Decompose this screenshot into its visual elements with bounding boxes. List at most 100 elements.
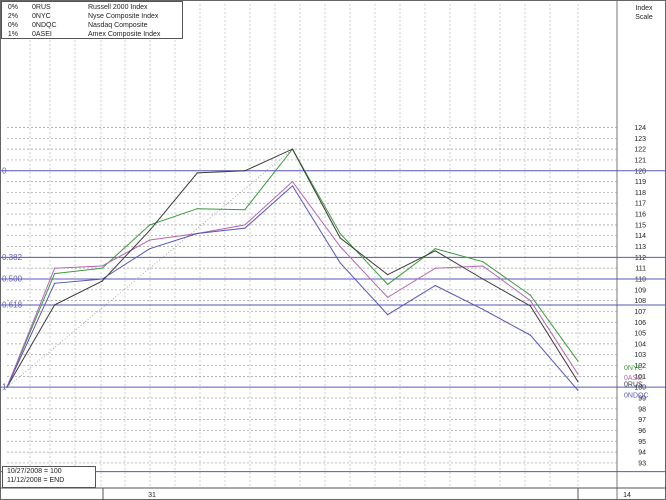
legend-symbol: 0ASEI (32, 31, 52, 38)
y-tick-label: 122 (634, 147, 646, 154)
y-tick-label: 110 (635, 276, 646, 283)
index-chart: 9394959697989910010110210310410510610710… (0, 0, 666, 500)
y-tick-label: 97 (638, 417, 646, 424)
data-point (101, 278, 103, 280)
data-point (149, 224, 151, 226)
data-point (577, 389, 579, 392)
legend-name: Nasdaq Composite (88, 22, 148, 29)
legend-symbol: 0NYC (32, 13, 51, 20)
data-point (149, 239, 151, 241)
legend-symbol: 0NDQC (32, 22, 57, 29)
scale-title-line: Scale (635, 14, 653, 21)
data-point (149, 229, 151, 231)
y-tick-label: 111 (635, 266, 646, 273)
y-tick-label: 107 (634, 309, 646, 316)
y-tick-label: 95 (638, 439, 646, 446)
data-point (387, 296, 389, 298)
scale-title: Index Scale (626, 4, 662, 22)
end-date-line: 11/12/2008 = END (7, 477, 65, 484)
data-point (339, 262, 341, 264)
y-tick-label: 105 (634, 331, 646, 338)
x-tick-label: 31 (148, 492, 156, 499)
legend-pct: 0% (7, 4, 18, 11)
base-date-line: 10/27/2008 = 100 (7, 468, 62, 475)
y-tick-label: 98 (638, 406, 646, 413)
data-point (101, 280, 103, 282)
data-point (577, 373, 579, 375)
data-point (6, 386, 8, 388)
data-point (387, 283, 389, 285)
data-point (434, 248, 436, 250)
data-point (149, 248, 151, 250)
data-point (196, 208, 198, 210)
y-tick-label: 93 (638, 460, 646, 467)
data-point (577, 381, 579, 383)
y-tick-label: 109 (634, 287, 646, 294)
y-tick-label: 94 (638, 450, 646, 457)
data-point (387, 274, 389, 276)
chart-frame (0, 0, 666, 500)
y-tick-label: 103 (634, 352, 646, 359)
fib-level-label: 0 (2, 166, 7, 175)
fib-level-label: 0.500 (2, 274, 23, 283)
legend-pct: 2% (7, 13, 18, 20)
fib-level-label: 0.382 (2, 253, 23, 262)
legend-name: Russell 2000 Index (88, 4, 148, 11)
y-tick-label: 118 (635, 190, 646, 197)
data-point (434, 267, 436, 269)
data-point (339, 232, 341, 235)
data-point (434, 250, 436, 252)
data-point (482, 308, 484, 310)
y-tick-label: 113 (635, 244, 646, 251)
data-point (196, 172, 198, 174)
data-point (291, 148, 294, 150)
y-tick-label: 106 (634, 320, 646, 327)
data-point (291, 181, 294, 183)
legend-pct: 1% (7, 31, 18, 38)
data-point (387, 314, 389, 316)
y-tick-label: 108 (634, 298, 646, 305)
x-tick-label: 14 (623, 492, 631, 499)
data-point (101, 267, 103, 269)
y-tick-label: 117 (635, 201, 646, 208)
y-tick-label: 116 (635, 212, 646, 219)
data-point (53, 272, 56, 275)
data-point (529, 334, 532, 336)
data-point (339, 245, 341, 248)
series-end-label: 0RUS (624, 381, 643, 388)
y-tick-label: 123 (634, 136, 646, 143)
scale-title-line: Index (635, 5, 653, 12)
fib-level-label: 1 (2, 383, 7, 392)
series-end-label: 0NDQC (624, 392, 649, 399)
data-point (291, 185, 294, 187)
data-point (244, 170, 246, 172)
y-tick-label: 120 (634, 168, 646, 175)
data-point (244, 227, 246, 229)
data-point (53, 304, 56, 306)
legend-name: Nyse Composite Index (88, 13, 159, 20)
y-tick-label: 124 (634, 125, 646, 132)
legend-symbol: 0RUS (32, 4, 51, 11)
y-tick-label: 119 (635, 179, 646, 186)
data-point (53, 267, 56, 269)
data-point (244, 209, 246, 211)
data-point (482, 261, 484, 263)
base-date-note: 10/27/2008 = 100 11/12/2008 = END (2, 466, 96, 488)
data-point (53, 282, 56, 284)
legend-box: 0% 0RUS Russell 2000 Index 2% 0NYC Nyse … (1, 1, 183, 39)
legend-name: Amex Composite Index (88, 31, 161, 38)
data-point (101, 265, 103, 267)
data-point (434, 284, 436, 287)
legend-pct: 0% (7, 22, 18, 29)
data-point (577, 360, 579, 362)
data-point (196, 232, 198, 235)
y-tick-label: 104 (634, 341, 646, 348)
y-tick-label: 114 (635, 233, 646, 240)
data-point (244, 224, 246, 226)
data-point (529, 305, 532, 307)
y-tick-label: 115 (635, 222, 646, 229)
data-point (482, 278, 484, 280)
y-tick-label: 96 (638, 428, 646, 435)
data-point (529, 300, 532, 302)
data-point (339, 237, 341, 239)
